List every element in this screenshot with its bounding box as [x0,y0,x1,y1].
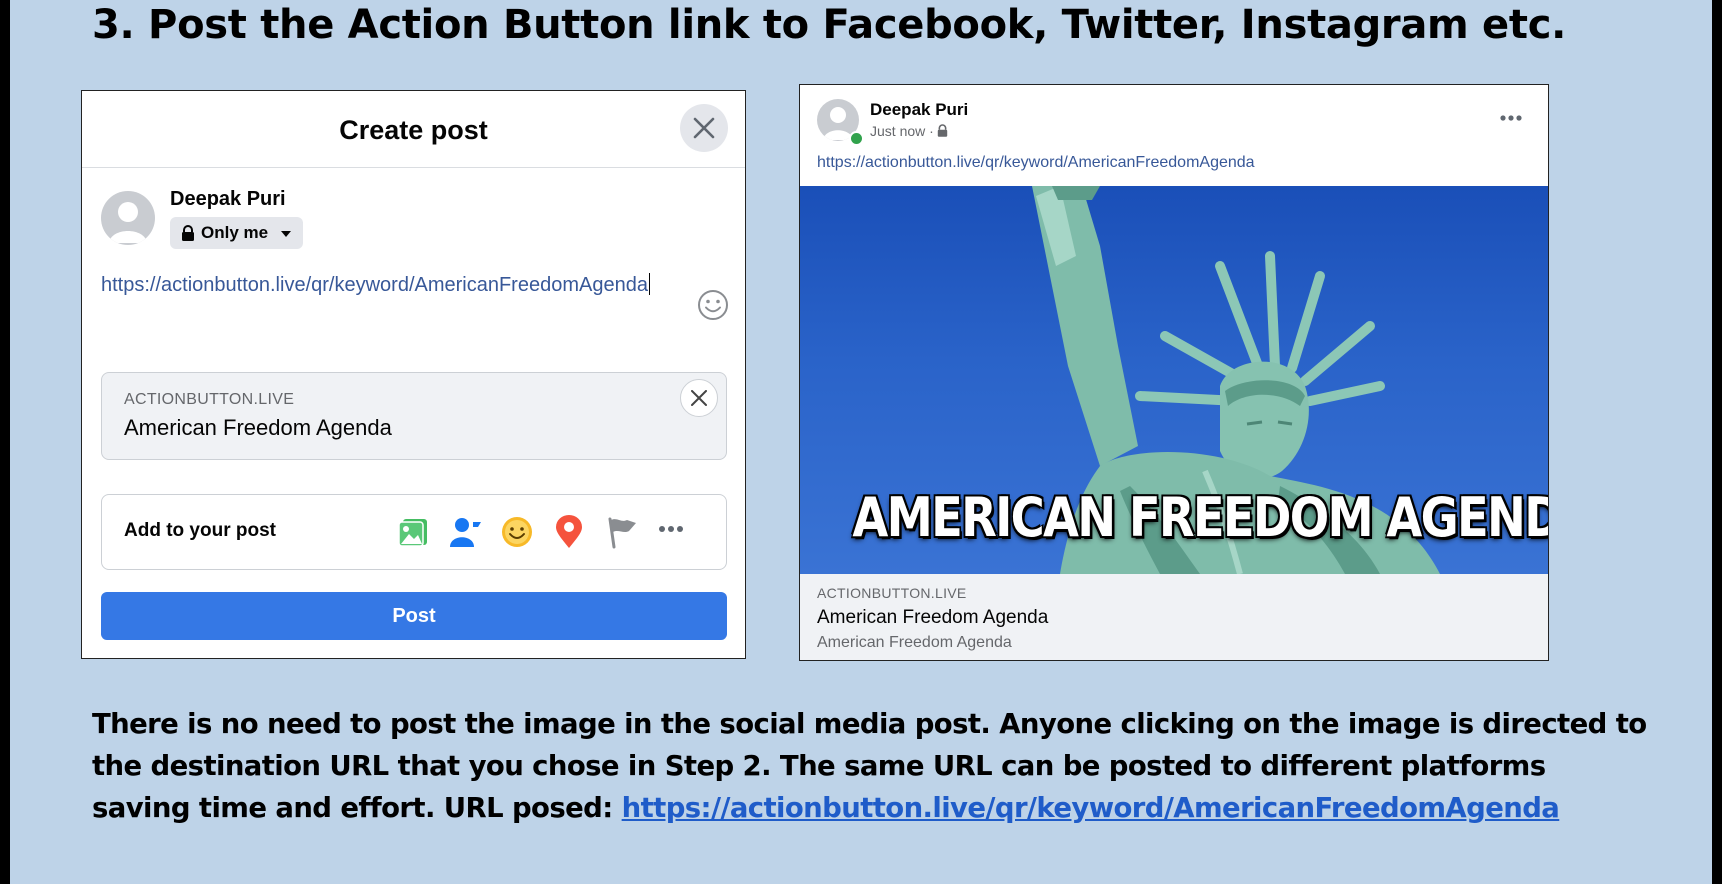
remove-link-button[interactable] [680,379,718,417]
location-icon[interactable] [554,515,584,549]
more-options-icon[interactable] [1500,115,1522,121]
link-domain: ACTIONBUTTON.LIVE [124,391,295,408]
post-link[interactable]: https://actionbutton.live/qr/keyword/Ame… [817,154,1255,172]
audience-selector[interactable]: Only me [170,217,303,249]
online-status-indicator [849,131,864,146]
post-timestamp[interactable]: Just now · [870,123,934,139]
caret-down-icon [281,231,291,237]
close-button[interactable] [680,104,728,152]
link-title: American Freedom Agenda [817,607,1049,628]
dialog-title: Create post [339,115,488,145]
create-post-dialog: Create post Deepak Puri Only me https://… [81,90,746,659]
link-preview-footer[interactable]: ACTIONBUTTON.LIVE American Freedom Agend… [800,574,1548,660]
close-icon [691,390,707,406]
close-icon [693,117,715,139]
lock-icon [182,225,194,241]
post-meta: Just now · [870,123,948,139]
slide-heading: 3. Post the Action Button link to Facebo… [92,2,1567,48]
text-cursor [648,273,650,295]
add-to-post-bar: Add to your post [101,494,727,570]
avatar[interactable] [101,191,155,245]
link-domain: ACTIONBUTTON.LIVE [817,585,967,601]
posted-url-link[interactable]: https://actionbutton.live/qr/keyword/Ame… [622,792,1560,824]
audience-label: Only me [201,223,269,242]
flag-icon[interactable] [605,515,639,549]
post-text-input[interactable]: https://actionbutton.live/qr/keyword/Ame… [101,273,650,297]
link-preview-image[interactable]: AMERICAN FREEDOM AGENDA i [800,186,1548,574]
emoji-picker-icon[interactable] [697,289,729,321]
slide: 3. Post the Action Button link to Facebo… [10,0,1712,884]
add-to-post-label: Add to your post [124,520,276,541]
user-name: Deepak Puri [170,188,286,210]
tag-people-icon[interactable] [449,515,483,549]
photo-icon[interactable] [397,515,431,549]
published-post: Deepak Puri Just now · https://actionbut… [799,84,1549,661]
post-button[interactable]: Post [101,592,727,640]
feeling-icon[interactable] [500,515,534,549]
post-text: https://actionbutton.live/qr/keyword/Ame… [101,274,648,296]
link-title: American Freedom Agenda [124,415,392,440]
dialog-divider [82,167,745,168]
avatar-silhouette-icon [109,202,147,243]
image-caption: AMERICAN FREEDOM AGENDA [852,486,1548,549]
more-icon[interactable] [658,525,684,533]
explanation-paragraph: There is no need to post the image in th… [92,703,1652,829]
link-description: American Freedom Agenda [817,634,1012,651]
lock-icon [937,124,948,137]
link-preview-card[interactable]: ACTIONBUTTON.LIVE American Freedom Agend… [101,372,727,460]
post-author-name[interactable]: Deepak Puri [870,100,968,120]
